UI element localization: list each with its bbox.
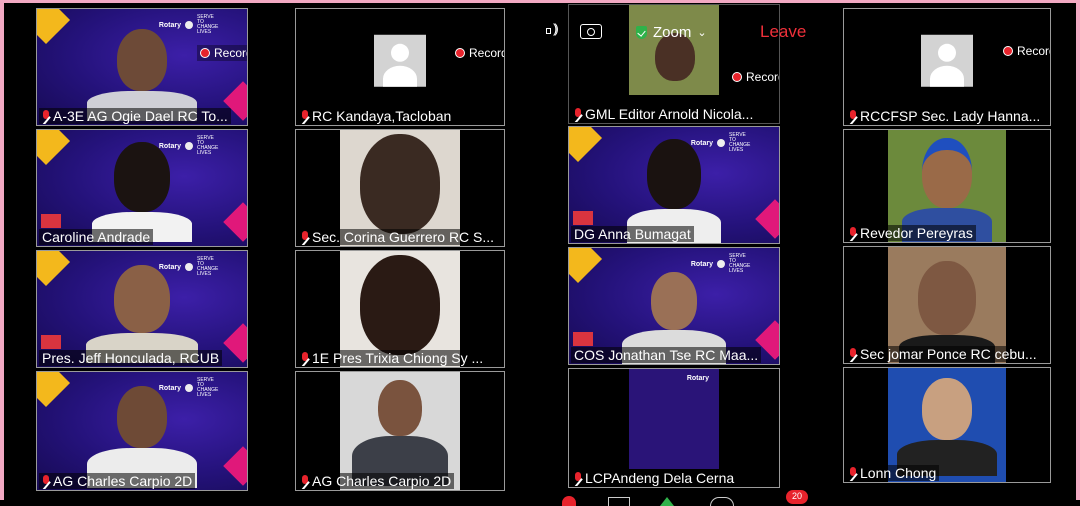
recording-dot-icon bbox=[1003, 46, 1013, 56]
mic-muted-icon bbox=[849, 110, 857, 122]
participant-name: AG Charles Carpio 2D bbox=[39, 473, 196, 489]
participant-name: Lonn Chong bbox=[846, 465, 940, 481]
participant-name: Caroline Andrade bbox=[39, 229, 154, 245]
mic-muted-icon bbox=[301, 352, 309, 364]
participant-name: DG Anna Bumagat bbox=[571, 226, 694, 242]
video-badge bbox=[41, 335, 61, 349]
shield-icon bbox=[636, 26, 647, 39]
video-badge bbox=[41, 214, 61, 228]
recording-dot-icon bbox=[455, 48, 465, 58]
participants-button[interactable] bbox=[710, 497, 734, 506]
participant-tile[interactable]: Rotary SERVE TO CHANGE LIVES DG Anna Buma… bbox=[568, 126, 780, 244]
mic-muted-icon bbox=[42, 110, 50, 122]
participant-tile[interactable]: Revedor Pereyras bbox=[843, 129, 1051, 243]
participant-name: RC Kandaya,Tacloban bbox=[298, 108, 455, 124]
video-badge bbox=[573, 332, 593, 346]
speaker-button[interactable] bbox=[546, 21, 564, 38]
camera-switch-icon bbox=[580, 24, 602, 39]
participant-tile[interactable]: Recording RC Kandaya,Tacloban bbox=[295, 8, 505, 126]
meeting-top-bar: Zoom ⌄ Leave bbox=[540, 21, 820, 44]
mic-muted-icon bbox=[301, 110, 309, 122]
participant-name: LCPAndeng Dela Cerna bbox=[571, 470, 738, 486]
participant-name: COS Jonathan Tse RC Maa... bbox=[571, 347, 762, 363]
participant-tile[interactable]: Rotary SERVE TO CHANGE LIVES Caroline And… bbox=[36, 129, 248, 247]
rotary-logo: Rotary bbox=[686, 375, 709, 382]
window-frame-top bbox=[0, 0, 1080, 3]
mic-muted-icon bbox=[849, 467, 857, 479]
mic-muted-icon bbox=[574, 472, 582, 484]
participant-name: 1E Pres Trixia Chiong Sy ... bbox=[298, 350, 487, 366]
participant-name: A-3E AG Ogie Dael RC To... bbox=[39, 108, 231, 124]
mic-muted-icon bbox=[301, 231, 309, 243]
participant-tile[interactable]: Sec. Corina Guerrero RC S... bbox=[295, 129, 505, 247]
notification-badge: 20 bbox=[786, 490, 808, 504]
meeting-bottom-toolbar bbox=[560, 490, 820, 506]
participant-name: RCCFSP Sec. Lady Hanna... bbox=[846, 108, 1044, 124]
mic-muted-icon bbox=[849, 227, 857, 239]
video-button[interactable] bbox=[608, 497, 630, 506]
participant-tile[interactable]: AG Charles Carpio 2D bbox=[295, 371, 505, 491]
mic-muted-icon bbox=[301, 475, 309, 487]
window-frame-left bbox=[0, 0, 4, 500]
mic-muted-icon bbox=[574, 108, 582, 120]
mic-muted-icon bbox=[42, 475, 50, 487]
participant-tile[interactable]: 1E Pres Trixia Chiong Sy ... bbox=[295, 250, 505, 368]
participant-name: AG Charles Carpio 2D bbox=[298, 473, 455, 489]
video-badge bbox=[573, 211, 593, 225]
participant-name: Sec. Corina Guerrero RC S... bbox=[298, 229, 498, 245]
recording-indicator: Recording bbox=[197, 45, 247, 61]
leave-button[interactable]: Leave bbox=[760, 22, 806, 42]
share-button[interactable] bbox=[660, 497, 674, 506]
participant-tile[interactable]: Sec jomar Ponce RC cebu... bbox=[843, 246, 1051, 364]
participant-tile[interactable]: Rotary SERVE TO CHANGE LIVES Pres. Jeff H… bbox=[36, 250, 248, 368]
participant-tile[interactable]: Lonn Chong bbox=[843, 367, 1051, 483]
camera-switch-button[interactable] bbox=[580, 24, 602, 39]
mic-muted-icon bbox=[849, 348, 857, 360]
speaker-icon bbox=[546, 21, 564, 38]
chevron-down-icon: ⌄ bbox=[697, 27, 707, 39]
avatar-placeholder-icon bbox=[374, 34, 426, 87]
participant-tile[interactable]: Recording RCCFSP Sec. Lady Hanna... bbox=[843, 8, 1051, 126]
participant-tile[interactable]: RotarySERVE TO CHANGE LIVES Recording A-… bbox=[36, 8, 248, 126]
participant-tile[interactable]: Rotary SERVE TO CHANGE LIVES AG Charles C… bbox=[36, 371, 248, 491]
participant-tile[interactable]: Rotary LCPAndeng Dela Cerna bbox=[568, 368, 780, 488]
participant-name: Revedor Pereyras bbox=[846, 225, 976, 241]
recording-dot-icon bbox=[200, 48, 210, 58]
participant-tile[interactable]: Rotary SERVE TO CHANGE LIVES COS Jonathan… bbox=[568, 247, 780, 365]
recording-indicator: Recording bbox=[452, 45, 504, 61]
rotary-logo: Rotary SERVE TO CHANGE LIVES bbox=[690, 253, 751, 274]
recording-indicator: Recording bbox=[729, 69, 779, 85]
mute-button[interactable] bbox=[562, 496, 576, 506]
participant-name: Sec jomar Ponce RC cebu... bbox=[846, 346, 1040, 362]
window-frame-right bbox=[1076, 0, 1080, 500]
participant-name: Pres. Jeff Honculada, RCUB bbox=[39, 350, 223, 366]
participant-name: GML Editor Arnold Nicola... bbox=[571, 106, 757, 122]
avatar-placeholder-icon bbox=[921, 34, 973, 87]
recording-dot-icon bbox=[732, 72, 742, 82]
recording-indicator: Recording bbox=[1000, 43, 1050, 59]
meeting-info-button[interactable]: Zoom ⌄ bbox=[636, 24, 707, 41]
